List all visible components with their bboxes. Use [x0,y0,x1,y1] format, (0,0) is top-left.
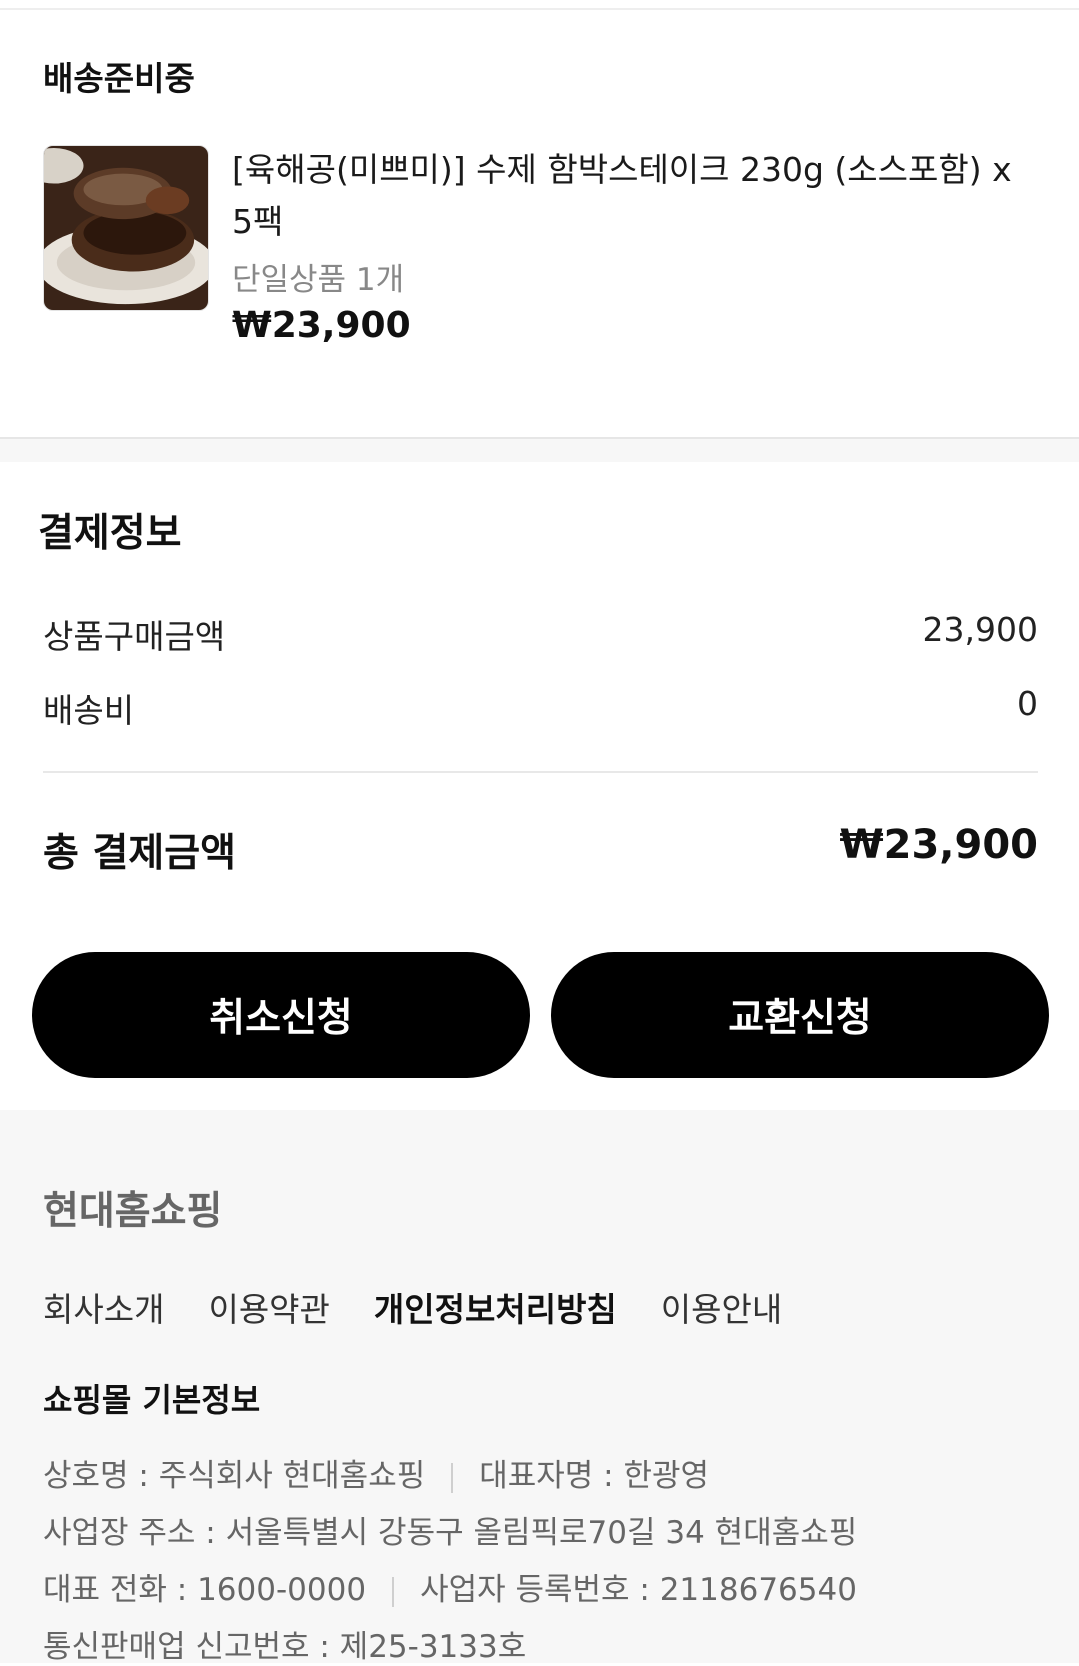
footer-link-company[interactable]: 회사소개 [43,1283,164,1331]
footer-link-terms[interactable]: 이용약관 [208,1283,329,1331]
hamburg-steak-photo-icon [44,146,208,310]
shipping-fee-value: 0 [1017,684,1038,723]
product-thumbnail[interactable] [43,145,209,311]
separator [392,1576,395,1607]
product-name[interactable]: [육해공(미쁘미)] 수제 함박스테이크 230g (소스포함) x 5팩 [232,144,1032,248]
total-payment-value: ₩23,900 [839,822,1038,868]
product-amount-value: 23,900 [922,610,1038,649]
exchange-request-button[interactable]: 교환신청 [551,952,1049,1078]
shop-info-title: 쇼핑몰 기본정보 [43,1381,261,1419]
separator [451,1462,454,1493]
footer-link-privacy[interactable]: 개인정보처리방침 [374,1283,617,1331]
company-info-line: 상호명 : 주식회사 현대홈쇼핑 대표자명 : 한광영 [43,1450,709,1495]
contact-line: 대표 전화 : 1600-0000 사업자 등록번호 : 2118676540 [43,1564,857,1609]
phone-number: 대표 전화 : 1600-0000 [43,1572,367,1608]
product-amount-label: 상품구매금액 [43,617,226,656]
footer-brand: 현대홈쇼핑 [43,1189,223,1234]
order-status: 배송준비중 [43,59,195,98]
section-gap [0,439,1079,462]
footer-link-guide[interactable]: 이용안내 [661,1283,782,1331]
address-line: 사업장 주소 : 서울특별시 강동구 올림픽로70길 34 현대홈쇼핑 [43,1507,857,1552]
ceo-name: 대표자명 : 한광영 [479,1458,710,1494]
company-name: 상호명 : 주식회사 현대홈쇼핑 [43,1458,426,1494]
payment-divider [43,771,1038,773]
total-payment-label: 총 결제금액 [43,831,236,876]
top-divider [0,0,1079,10]
ecommerce-reg-number: 통신판매업 신고번호 : 제25-3133호 [43,1629,527,1665]
product-option: 단일상품 1개 [232,262,405,298]
cancel-request-button[interactable]: 취소신청 [32,952,530,1078]
ecommerce-line: 통신판매업 신고번호 : 제25-3133호 [43,1621,526,1666]
footer-links: 회사소개 이용약관 개인정보처리방침 이용안내 [43,1283,782,1331]
shipping-fee-label: 배송비 [43,691,135,730]
product-price: ₩23,900 [232,305,411,346]
payment-info-title: 결제정보 [38,511,182,556]
business-address: 사업장 주소 : 서울특별시 강동구 올림픽로70길 34 현대홈쇼핑 [43,1515,858,1551]
business-reg-number: 사업자 등록번호 : 2118676540 [420,1572,857,1608]
